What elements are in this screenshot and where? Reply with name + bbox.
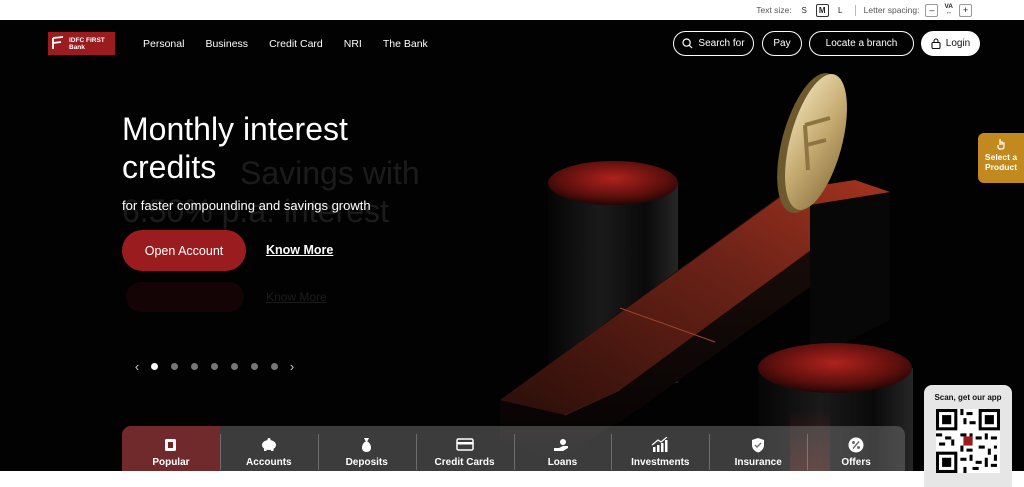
nav-the-bank[interactable]: The Bank (383, 38, 428, 50)
text-size-medium-button[interactable]: M (815, 3, 829, 17)
carousel-dot[interactable] (211, 363, 218, 370)
hand-coin-icon (553, 437, 571, 453)
money-bag-icon (360, 437, 373, 453)
shield-icon (751, 437, 765, 453)
carousel-dot[interactable] (191, 363, 198, 370)
category-label: Insurance (734, 456, 782, 468)
category-label: Loans (547, 456, 578, 468)
logo-text: IDFC FIRST Bank (69, 37, 105, 51)
category-label: Offers (841, 456, 871, 468)
homepage: Text size: S M L Letter spacing: – VA ↔ + (0, 0, 1024, 487)
category-label: Credit Cards (434, 456, 495, 468)
category-label: Investments (631, 456, 690, 468)
nav-nri[interactable]: NRI (344, 38, 362, 50)
category-label: Popular (152, 456, 190, 468)
carousel-controls: ‹ › (131, 359, 298, 374)
text-size-small-button[interactable]: S (798, 4, 811, 17)
piggy-bank-icon (260, 437, 278, 453)
letter-spacing-label: Letter spacing: (863, 5, 920, 15)
search-icon (682, 38, 693, 49)
nav-credit-card[interactable]: Credit Card (269, 38, 323, 50)
carousel-dot[interactable] (231, 363, 238, 370)
know-more-link[interactable]: Know More (266, 243, 333, 257)
open-account-button[interactable]: Open Account (122, 230, 246, 271)
nav-personal[interactable]: Personal (143, 38, 184, 50)
previous-slide-link-ghost: Know More (266, 290, 327, 304)
locate-branch-button[interactable]: Locate a branch (809, 31, 914, 56)
carousel-dot[interactable] (251, 363, 258, 370)
search-button[interactable]: Search for (673, 31, 754, 56)
text-size-large-button[interactable]: L (834, 4, 847, 17)
bank-logo[interactable]: IDFC FIRST Bank (48, 32, 115, 55)
logo-mark-icon (52, 36, 64, 49)
letter-spacing-icon: VA ↔ (944, 3, 953, 16)
pointer-hand-icon (997, 139, 1005, 150)
login-label: Login (945, 38, 971, 49)
main-nav: Personal Business Credit Card NRI The Ba… (143, 38, 449, 50)
qr-caption: Scan, get our app (934, 393, 1002, 402)
category-label: Accounts (246, 456, 292, 468)
popular-icon (164, 437, 177, 453)
page-footer-strip (0, 471, 1024, 487)
login-button[interactable]: Login (921, 31, 980, 56)
growth-chart-icon (651, 437, 669, 453)
text-size-label: Text size: (756, 5, 792, 15)
logo-line2: Bank (69, 43, 85, 51)
letter-spacing-icon-text: VA (944, 3, 953, 10)
letter-spacing-decrease-button[interactable]: – (925, 3, 939, 17)
letter-spacing-increase-button[interactable]: + (959, 3, 972, 17)
select-product-tab[interactable]: Select a Product (978, 133, 1024, 183)
category-label: Deposits (345, 456, 388, 468)
logo-line1: IDFC FIRST (69, 36, 105, 44)
search-label: Search for (698, 38, 745, 49)
previous-slide-cta-ghost (126, 282, 244, 312)
credit-card-icon (455, 437, 474, 453)
hero-subtitle: for faster compounding and savings growt… (122, 198, 371, 213)
accessibility-bar: Text size: S M L Letter spacing: – VA ↔ + (0, 0, 1024, 20)
carousel-dot[interactable] (151, 363, 158, 370)
app-qr-card[interactable]: Scan, get our app (924, 385, 1012, 487)
select-product-line1: Select a (984, 152, 1018, 162)
carousel-dot[interactable] (271, 363, 278, 370)
carousel-next-icon[interactable]: › (286, 359, 298, 374)
nav-business[interactable]: Business (205, 38, 248, 50)
divider (854, 4, 856, 16)
carousel-prev-icon[interactable]: ‹ (131, 359, 143, 374)
hero-title: Monthly interest credits (122, 111, 348, 185)
qr-code-icon (936, 409, 1000, 473)
discount-badge-icon (848, 437, 864, 453)
carousel-dot[interactable] (171, 363, 178, 370)
lock-icon (931, 38, 941, 49)
pay-button[interactable]: Pay (762, 31, 802, 56)
select-product-line2: Product (984, 162, 1018, 172)
